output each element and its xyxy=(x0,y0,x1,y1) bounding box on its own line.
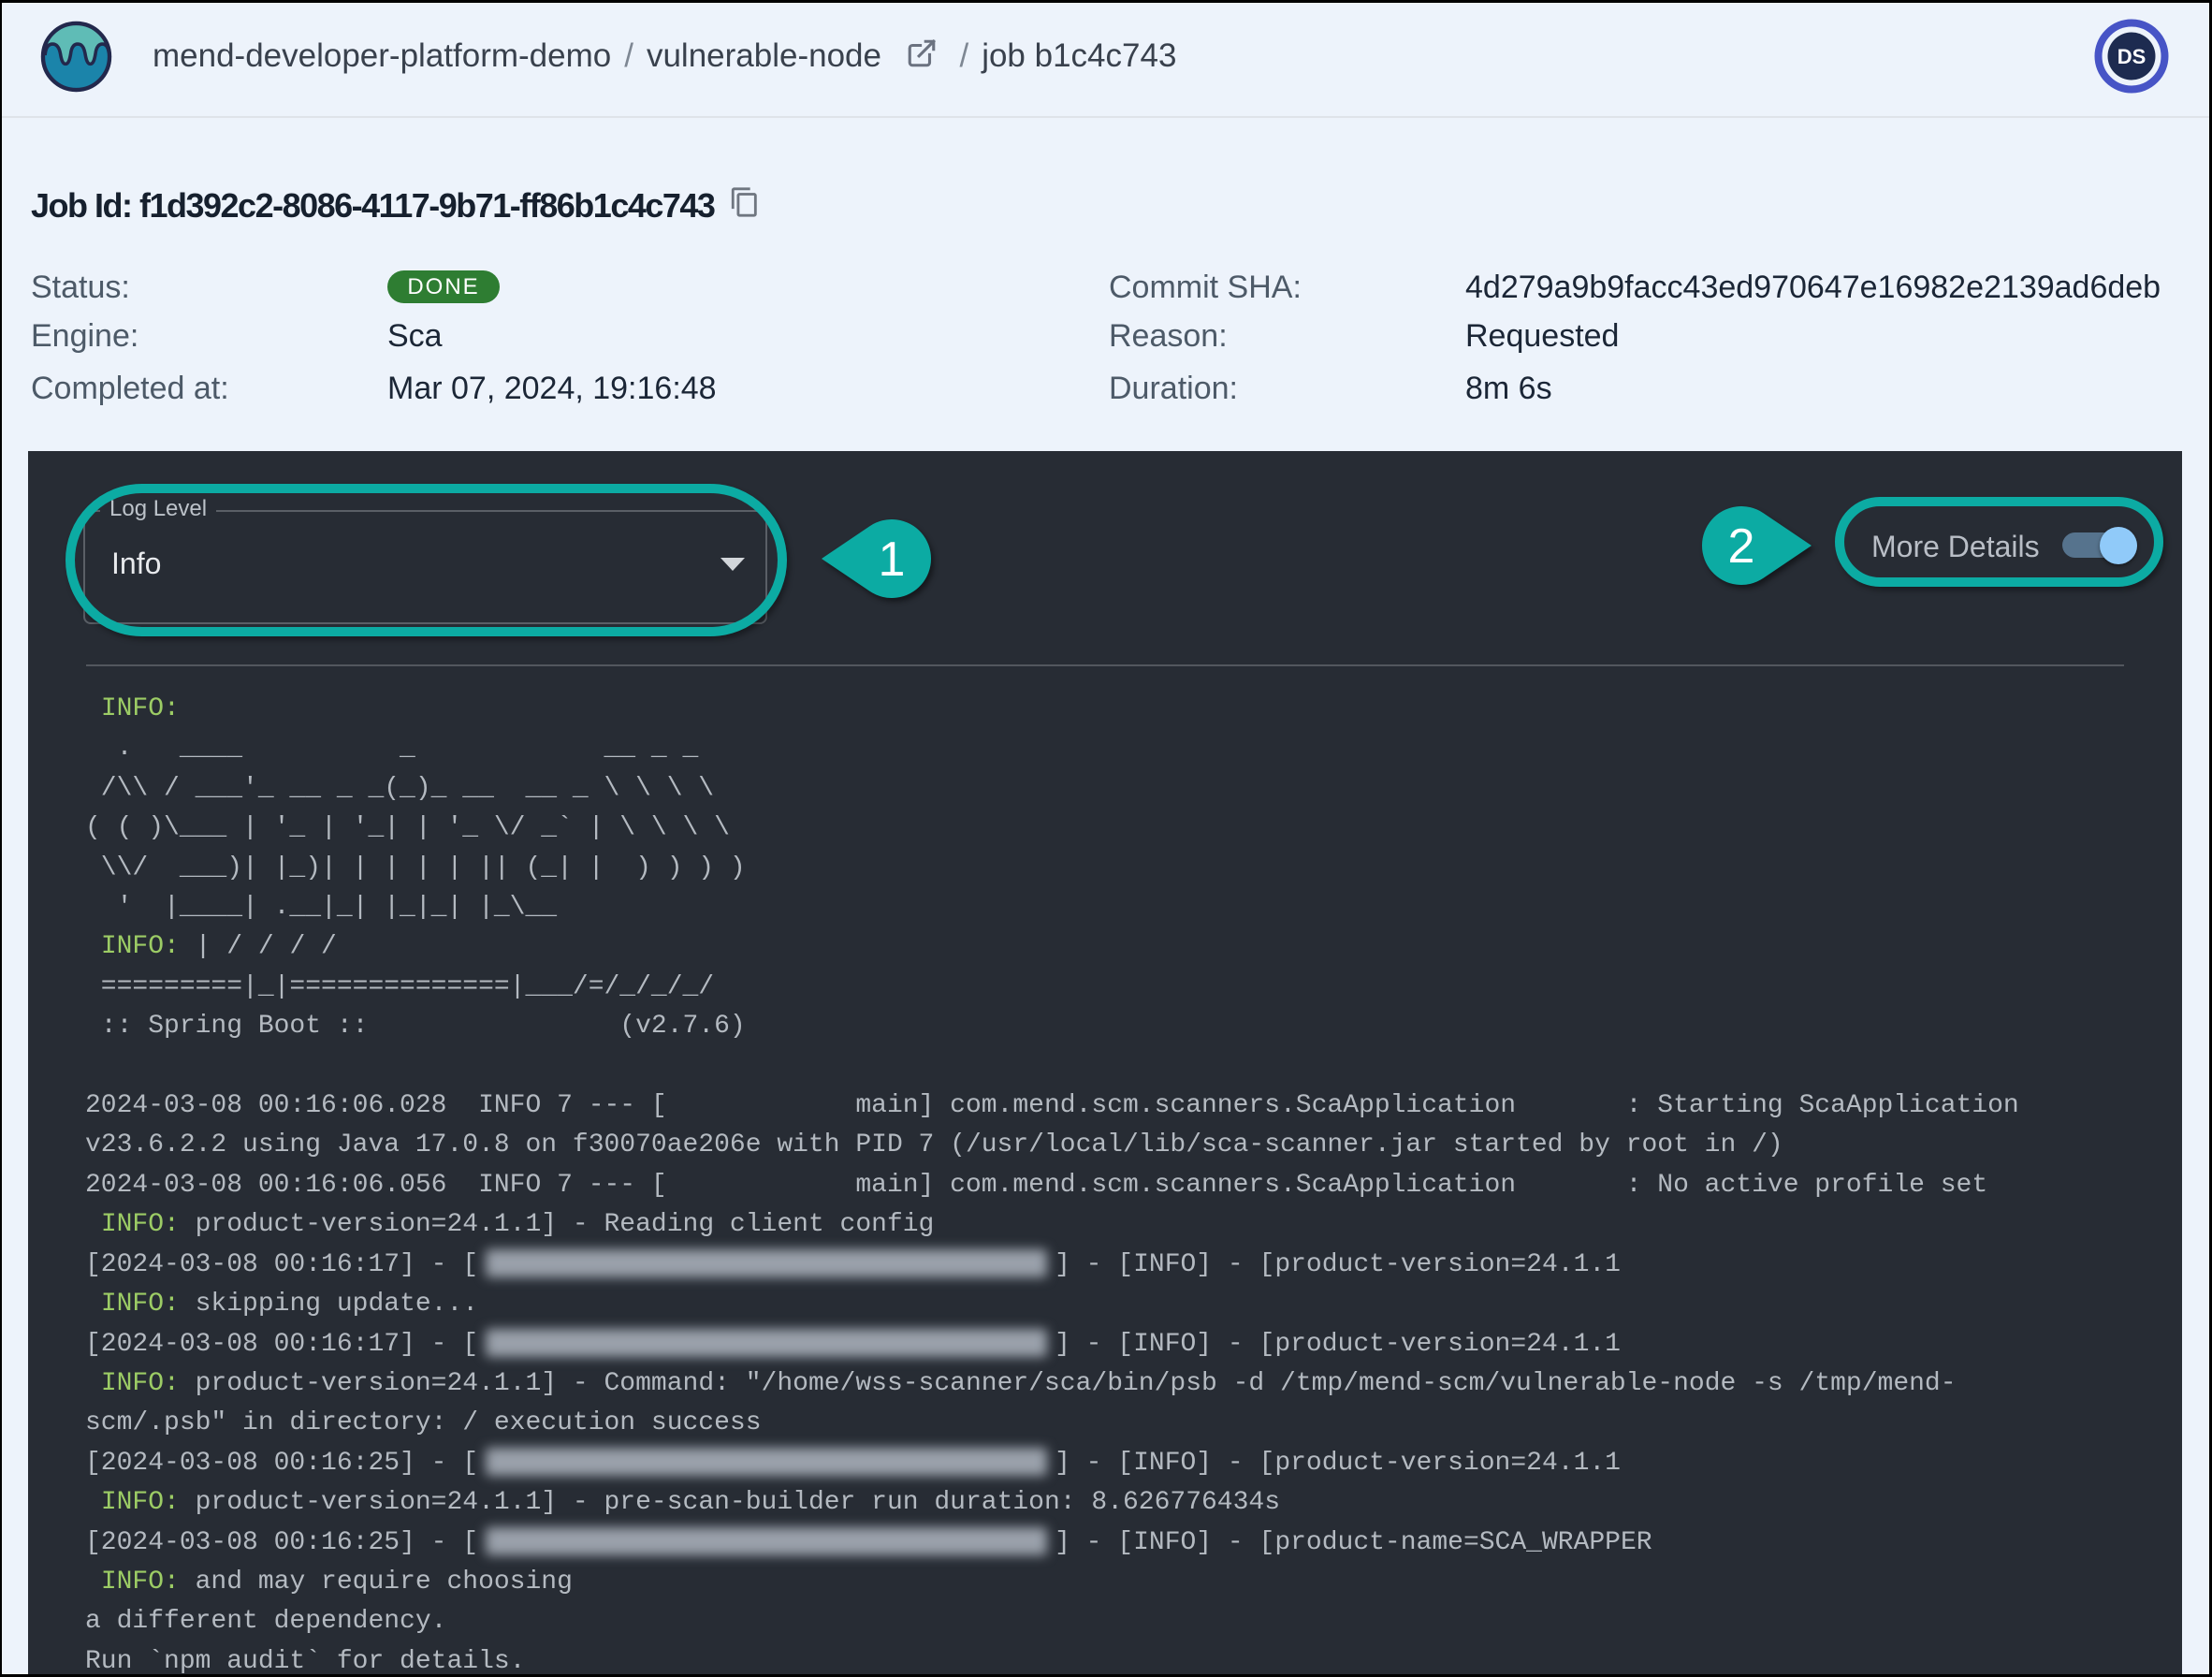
svg-text:2: 2 xyxy=(1728,519,1755,574)
svg-text:DS: DS xyxy=(2117,45,2147,68)
svg-text:1: 1 xyxy=(879,532,906,587)
